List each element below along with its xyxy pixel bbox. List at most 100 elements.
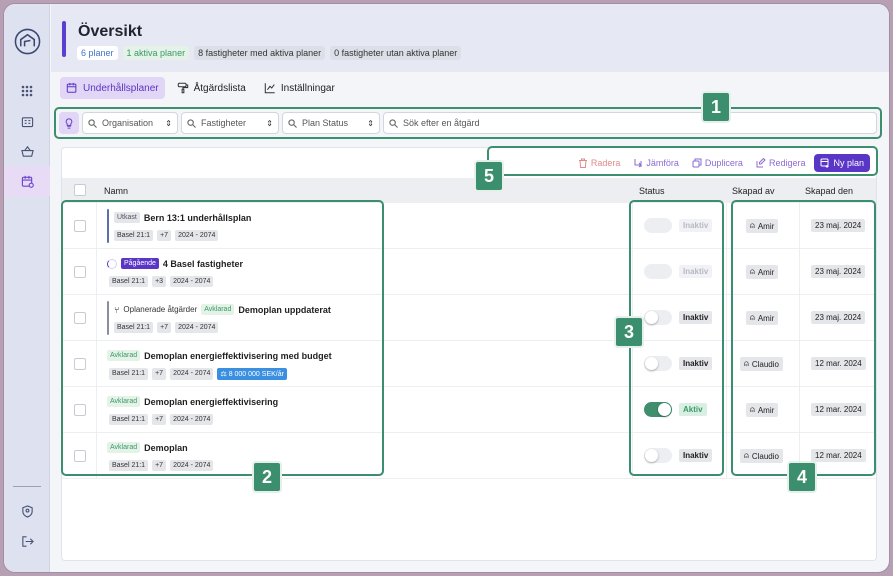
- compare-button[interactable]: Jämföra: [629, 155, 683, 171]
- in-progress-spinner-icon: [107, 258, 117, 269]
- annotation-label-2: 2: [252, 461, 282, 493]
- new-plan-button[interactable]: Ny plan: [814, 154, 870, 172]
- years-tag: 2024 - 2074: [170, 368, 214, 380]
- active-toggle[interactable]: [644, 448, 672, 463]
- trash-icon: [578, 158, 587, 168]
- cell-divider: [799, 203, 800, 249]
- search-icon: [389, 118, 398, 128]
- fastigheter-select[interactable]: Fastigheter ⇕: [181, 112, 279, 134]
- status-badge: Inaktiv: [679, 449, 713, 462]
- maintenance-plans-icon[interactable]: [4, 166, 50, 196]
- plan-name[interactable]: Demoplan energieffektivisering: [144, 397, 278, 407]
- row-indicator: [107, 301, 109, 335]
- user-icon: ⍝: [750, 405, 755, 414]
- select-all-checkbox[interactable]: [74, 184, 86, 196]
- created-date: 23 maj. 2024: [811, 311, 866, 324]
- active-toggle[interactable]: [644, 264, 672, 279]
- annotation-label-1: 1: [701, 91, 731, 123]
- filter-toggle-button[interactable]: [59, 112, 79, 134]
- compare-label: Jämföra: [646, 158, 679, 168]
- stat-active-plans: 1 aktiva planer: [122, 46, 190, 60]
- stat-properties-with-active: 8 fastigheter med aktiva planer: [194, 46, 326, 60]
- extra-count-tag: +7: [157, 230, 172, 241]
- tab-label: Inställningar: [280, 82, 335, 94]
- years-tag: 2024 - 2074: [175, 230, 219, 241]
- row-checkbox[interactable]: [74, 358, 86, 370]
- calendar-icon: [66, 82, 77, 93]
- created-date: 23 maj. 2024: [811, 265, 866, 278]
- search-placeholder: Sök efter en åtgärd: [403, 118, 480, 128]
- created-date: 23 maj. 2024: [811, 219, 866, 232]
- annotation-label-4: 4: [787, 461, 817, 493]
- row-meta: Basel 21:1 +7 2024 - 2074 ⚖ 8 000 000 SE…: [109, 368, 287, 380]
- plan-name[interactable]: Bern 13:1 underhållsplan: [144, 213, 252, 223]
- cell-divider: [632, 433, 633, 479]
- cell-divider: [799, 387, 800, 433]
- table-row[interactable]: Avklarad Demoplan Basel 21:1 +7 2024 - 2…: [62, 433, 876, 479]
- apps-grid-icon[interactable]: [4, 76, 50, 106]
- page-title: Översikt: [78, 23, 143, 40]
- home-logo-icon[interactable]: [14, 28, 41, 55]
- created-date: 12 mar. 2024: [811, 357, 866, 370]
- active-toggle[interactable]: [644, 218, 672, 233]
- years-tag: 2024 - 2074: [170, 276, 214, 287]
- active-toggle[interactable]: [644, 310, 672, 325]
- status-tag: Avklarad: [107, 442, 141, 453]
- row-title-line: Pågående 4 Basel fastigheter: [107, 258, 243, 269]
- property-tag: Basel 21:1: [109, 460, 149, 471]
- basket-icon[interactable]: [4, 136, 50, 166]
- plan-name[interactable]: Demoplan energieffektivisering med budge…: [144, 351, 332, 361]
- stat-properties-without-active: 0 fastigheter utan aktiva planer: [330, 46, 462, 60]
- buildings-icon[interactable]: [4, 106, 50, 136]
- property-tag: Basel 21:1: [109, 276, 149, 287]
- delete-button[interactable]: Radera: [574, 155, 625, 171]
- toggle-knob: [645, 219, 658, 232]
- tab-bar: Underhållsplaner Åtgärdslista Inställnin…: [60, 77, 341, 99]
- status-tag: Avklarad: [107, 350, 141, 361]
- logout-icon[interactable]: [4, 526, 50, 556]
- extra-count-tag: +7: [152, 368, 167, 380]
- status-badge: Inaktiv: [679, 357, 713, 370]
- tab-underhallsplaner[interactable]: Underhållsplaner: [60, 77, 165, 99]
- edit-button[interactable]: Redigera: [752, 155, 810, 171]
- creator-badge: ⍝ Claudio: [740, 357, 783, 371]
- property-tag: Basel 21:1: [109, 414, 149, 425]
- new-plan-label: Ny plan: [833, 158, 864, 168]
- tab-atgardslista[interactable]: Åtgärdslista: [171, 77, 252, 99]
- row-checkbox[interactable]: [74, 220, 86, 232]
- toggle-knob: [645, 311, 658, 324]
- row-checkbox[interactable]: [74, 450, 86, 462]
- shield-icon[interactable]: [4, 496, 50, 526]
- row-title-line: Avklarad Demoplan energieffektivisering …: [107, 350, 332, 361]
- row-checkbox[interactable]: [74, 312, 86, 324]
- table-row[interactable]: Avklarad Demoplan energieffektivisering …: [62, 341, 876, 387]
- plan-name[interactable]: 4 Basel fastigheter: [163, 259, 243, 269]
- plan-name[interactable]: Demoplan uppdaterat: [238, 305, 331, 315]
- chevron-updown-icon: ⇕: [367, 118, 374, 128]
- table-row[interactable]: ⑂ Oplanerade åtgärder Avklarad Demoplan …: [62, 295, 876, 341]
- column-skapad-den: Skapad den: [805, 186, 854, 196]
- user-icon: ⍝: [750, 267, 755, 276]
- table-row[interactable]: Utkast Bern 13:1 underhållsplan Basel 21…: [62, 203, 876, 249]
- active-toggle[interactable]: [644, 356, 672, 371]
- row-checkbox[interactable]: [74, 266, 86, 278]
- plan-name[interactable]: Demoplan: [144, 443, 188, 453]
- organisation-select[interactable]: Organisation ⇕: [82, 112, 178, 134]
- unplanned-label: Oplanerade åtgärder: [123, 305, 198, 314]
- stats-row: 6 planer 1 aktiva planer 8 fastigheter m…: [77, 46, 462, 60]
- extra-count-tag: +7: [152, 414, 167, 425]
- status-tag: Pågående: [121, 258, 159, 269]
- table-row[interactable]: Pågående 4 Basel fastigheter Basel 21:1 …: [62, 249, 876, 295]
- cell-divider: [726, 249, 727, 295]
- property-tag: Basel 21:1: [109, 368, 149, 380]
- active-toggle[interactable]: [644, 402, 672, 417]
- extra-count-tag: +7: [157, 322, 172, 333]
- search-icon: [288, 118, 297, 128]
- search-input[interactable]: Sök efter en åtgärd: [383, 112, 877, 134]
- plan-status-select[interactable]: Plan Status ⇕: [282, 112, 380, 134]
- row-checkbox[interactable]: [74, 404, 86, 416]
- tab-installningar[interactable]: Inställningar: [258, 77, 341, 99]
- duplicate-button[interactable]: Duplicera: [688, 155, 747, 171]
- table-row[interactable]: Avklarad Demoplan energieffektivisering …: [62, 387, 876, 433]
- cell-divider: [799, 249, 800, 295]
